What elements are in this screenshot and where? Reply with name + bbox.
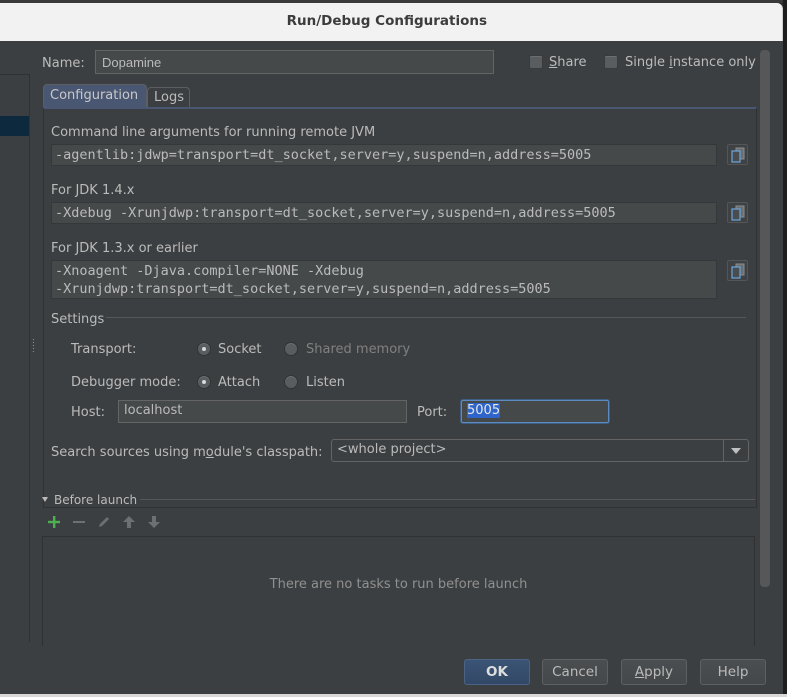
copy-cmd-args-button[interactable] bbox=[727, 144, 748, 165]
jdk13-label: For JDK 1.3.x or earlier bbox=[51, 241, 198, 256]
transport-shared-memory-radio[interactable] bbox=[284, 342, 298, 356]
title-bar: Run/Debug Configurations bbox=[0, 3, 783, 41]
settings-divider bbox=[106, 317, 746, 318]
copy-icon bbox=[731, 205, 745, 221]
copy-jdk14-button[interactable] bbox=[727, 202, 748, 223]
port-input[interactable]: 5005 bbox=[461, 400, 609, 423]
help-button[interactable]: Help bbox=[700, 659, 766, 685]
cancel-button[interactable]: Cancel bbox=[542, 659, 608, 685]
cmd-args-field[interactable]: -agentlib:jdwp=transport=dt_socket,serve… bbox=[51, 144, 717, 166]
configurations-tree[interactable] bbox=[0, 74, 30, 642]
share-label[interactable]: Share bbox=[549, 55, 587, 70]
window-title: Run/Debug Configurations bbox=[286, 13, 487, 29]
before-launch-task-list[interactable]: There are no tasks to run before launch bbox=[42, 536, 755, 646]
apply-button[interactable]: Apply bbox=[621, 659, 687, 685]
host-label: Host: bbox=[71, 405, 105, 420]
dropdown-arrow-icon[interactable] bbox=[723, 440, 748, 461]
single-instance-checkbox[interactable] bbox=[604, 55, 618, 69]
empty-tasks-message: There are no tasks to run before launch bbox=[269, 577, 528, 592]
mode-attach-label[interactable]: Attach bbox=[218, 375, 260, 390]
tab-logs[interactable]: Logs bbox=[147, 87, 190, 108]
vertical-scrollbar[interactable] bbox=[760, 50, 770, 587]
jdk13-field[interactable]: -Xnoagent -Djava.compiler=NONE -Xdebug -X… bbox=[51, 260, 717, 299]
host-input[interactable]: localhost bbox=[118, 400, 407, 423]
window-border bbox=[783, 0, 787, 697]
run-debug-dialog: Name: Share Single instance only Configu… bbox=[0, 41, 783, 697]
before-launch-title[interactable]: Before launch bbox=[54, 493, 137, 507]
mode-listen-label[interactable]: Listen bbox=[306, 375, 345, 390]
add-icon[interactable] bbox=[47, 515, 61, 529]
port-label: Port: bbox=[417, 405, 448, 420]
move-down-icon[interactable] bbox=[147, 515, 161, 529]
mode-attach-radio[interactable] bbox=[197, 375, 211, 389]
splitter-handle[interactable] bbox=[32, 338, 35, 352]
edit-icon[interactable] bbox=[97, 515, 111, 529]
mode-listen-radio[interactable] bbox=[284, 375, 298, 389]
transport-label: Transport: bbox=[71, 342, 137, 357]
classpath-combobox[interactable]: <whole project> bbox=[331, 439, 749, 462]
move-up-icon[interactable] bbox=[122, 515, 136, 529]
collapse-triangle-icon[interactable] bbox=[42, 497, 48, 502]
classpath-value: <whole project> bbox=[337, 442, 447, 457]
remove-icon[interactable] bbox=[72, 515, 86, 529]
transport-socket-radio[interactable] bbox=[197, 342, 211, 356]
name-input[interactable] bbox=[95, 50, 494, 74]
selected-tree-item[interactable] bbox=[0, 116, 29, 136]
copy-icon bbox=[731, 147, 745, 163]
settings-title: Settings bbox=[51, 312, 105, 327]
classpath-label: Search sources using module's classpath: bbox=[51, 445, 323, 460]
single-instance-label[interactable]: Single instance only bbox=[625, 55, 756, 70]
ok-button[interactable]: OK bbox=[464, 659, 530, 685]
copy-jdk13-button[interactable] bbox=[727, 260, 748, 281]
jdk14-field[interactable]: -Xdebug -Xrunjdwp:transport=dt_socket,se… bbox=[51, 202, 717, 224]
share-checkbox[interactable] bbox=[529, 55, 543, 69]
tab-configuration[interactable]: Configuration bbox=[43, 84, 147, 108]
port-value-selected: 5005 bbox=[467, 403, 501, 418]
jdk14-label: For JDK 1.4.x bbox=[51, 183, 135, 198]
transport-shared-memory-label[interactable]: Shared memory bbox=[306, 342, 410, 357]
transport-socket-label[interactable]: Socket bbox=[218, 342, 262, 357]
before-launch-divider bbox=[140, 499, 755, 500]
name-label: Name: bbox=[42, 56, 85, 71]
copy-icon bbox=[731, 263, 745, 279]
cmd-args-label: Command line arguments for running remot… bbox=[51, 125, 376, 140]
debugger-mode-label: Debugger mode: bbox=[71, 375, 181, 390]
